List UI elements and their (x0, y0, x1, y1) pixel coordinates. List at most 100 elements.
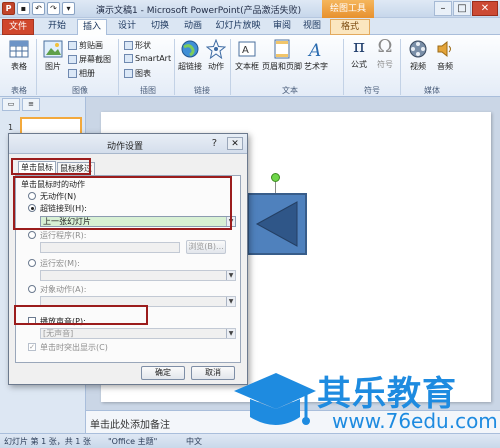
hyperlink-target-select[interactable]: 上一张幻灯片 ▼ (40, 216, 236, 227)
table-icon (9, 40, 29, 58)
tab-animations[interactable]: 动画 (178, 19, 208, 35)
slides-tab[interactable]: ▭ (2, 98, 20, 111)
pane-tabs: ▭ ≡ (0, 98, 86, 112)
formula-label: 公式 (351, 60, 367, 69)
tab-home[interactable]: 开始 (42, 19, 72, 35)
undo-icon[interactable]: ↶ (32, 2, 45, 15)
play-sound-checkbox[interactable] (28, 317, 36, 325)
save-icon[interactable]: ▪ (17, 2, 30, 15)
tab-design[interactable]: 设计 (112, 19, 142, 35)
table-button[interactable]: 表格 (6, 39, 32, 72)
action-button[interactable]: 动作 (205, 39, 227, 72)
tab-format[interactable]: 格式 (330, 19, 370, 35)
speaker-icon (437, 40, 451, 58)
qat-customize-icon[interactable]: ▾ (62, 2, 75, 15)
graduation-cap-logo-icon (234, 373, 316, 425)
tab-slideshow[interactable]: 幻灯片放映 (212, 19, 264, 35)
outline-tab[interactable]: ≡ (22, 98, 40, 111)
radio-no-action[interactable] (28, 192, 36, 200)
tab-mouse-over[interactable]: 鼠标移过 (57, 162, 95, 176)
radio-run-macro[interactable] (28, 259, 36, 267)
radio-run-program[interactable] (28, 231, 36, 239)
title-bar: P ▪ ↶ ↷ ▾ 演示文稿1 - Microsoft PowerPoint(产… (0, 0, 500, 18)
section-label: 单击鼠标时的动作 (21, 180, 85, 189)
picture-button[interactable]: 图片 (40, 39, 66, 72)
table-label: 表格 (11, 62, 27, 71)
chevron-down-icon: ▼ (226, 329, 235, 338)
video-label: 视频 (410, 62, 426, 71)
ribbon-divider (400, 39, 401, 95)
tab-file[interactable]: 文件 (2, 19, 34, 35)
object-action-label: 对象动作(A): (40, 285, 87, 294)
omega-icon: Ω (377, 36, 393, 57)
notes-placeholder: 单击此处添加备注 (90, 420, 170, 431)
ok-button[interactable]: 确定 (141, 366, 185, 380)
screenshot-icon (68, 55, 77, 64)
pi-icon: π (353, 36, 365, 57)
action-settings-dialog: 动作设置 ? ✕ 单击鼠标 鼠标移过 单击鼠标时的动作 无动作(N) 超链接到(… (8, 133, 248, 385)
sound-select[interactable]: [无声音] ▼ (40, 328, 236, 339)
rotation-handle-line (275, 182, 276, 193)
ribbon-divider (230, 39, 231, 95)
screenshot-button[interactable]: 屏幕截图 (68, 54, 111, 65)
drawing-tools-context-label: 绘图工具 (322, 0, 374, 18)
macro-select[interactable]: ▼ (40, 270, 236, 281)
action-button-shape[interactable] (247, 193, 307, 255)
header-footer-button[interactable]: 页眉和页脚 (262, 39, 302, 72)
textbox-button[interactable]: A 文本框 (233, 39, 261, 72)
ribbon-divider (36, 39, 37, 95)
chart-label: 图表 (135, 69, 151, 78)
picture-label: 图片 (45, 62, 61, 71)
shapes-button[interactable]: 形状 (124, 40, 151, 51)
cancel-button[interactable]: 取消 (191, 366, 235, 380)
program-path-field[interactable] (40, 242, 180, 253)
picture-icon (43, 40, 63, 58)
quick-access-toolbar: P ▪ ↶ ↷ ▾ (2, 2, 75, 15)
smartart-button[interactable]: SmartArt (124, 54, 171, 63)
chart-button[interactable]: 图表 (124, 68, 151, 79)
action-star-icon (206, 39, 226, 59)
clipart-label: 剪贴画 (79, 41, 103, 50)
audio-button[interactable]: 音频 (432, 39, 458, 72)
close-window-button[interactable]: ✕ (472, 1, 498, 16)
radio-object-action[interactable] (28, 285, 36, 293)
chart-icon (124, 69, 133, 78)
svg-text:A: A (242, 45, 249, 56)
tab-view[interactable]: 视图 (298, 19, 326, 35)
tab-mouse-click[interactable]: 单击鼠标 (18, 161, 56, 176)
maximize-button[interactable]: □ (453, 1, 471, 16)
symbol-button[interactable]: Ω 符号 (373, 37, 397, 70)
hyperlink-option-label: 超链接到(H): (40, 204, 87, 213)
clipart-button[interactable]: 剪贴画 (68, 40, 103, 51)
window-title: 演示文稿1 - Microsoft PowerPoint(产品激活失败) (96, 6, 302, 16)
highlight-click-checkbox[interactable]: ✓ (28, 343, 36, 351)
video-button[interactable]: 视频 (405, 39, 431, 72)
hyperlink-button[interactable]: 超链接 (177, 39, 203, 72)
ribbon: 表格 表格 图片 剪贴画 屏幕截图 相册 图像 形状 SmartArt 图表 插… (0, 35, 500, 97)
formula-button[interactable]: π 公式 (347, 37, 371, 70)
object-action-select[interactable]: ▼ (40, 296, 236, 307)
wordart-button[interactable]: A 艺术字 (302, 39, 330, 72)
theme-status: "Office 主题" (108, 437, 158, 446)
tab-review[interactable]: 审阅 (268, 19, 296, 35)
dialog-title-bar: 动作设置 ? ✕ (9, 134, 247, 154)
dialog-title: 动作设置 (107, 142, 144, 152)
run-program-label: 运行程序(R): (40, 231, 87, 240)
highlight-click-label: 单击时突出显示(C) (40, 343, 108, 352)
wordart-label: 艺术字 (304, 62, 328, 71)
redo-icon[interactable]: ↷ (47, 2, 60, 15)
album-icon (68, 69, 77, 78)
tab-transitions[interactable]: 切换 (145, 19, 175, 35)
group-label-text: 文本 (282, 86, 298, 95)
film-reel-icon (409, 40, 427, 58)
radio-hyperlink[interactable] (28, 204, 36, 212)
album-button[interactable]: 相册 (68, 68, 95, 79)
rotation-handle[interactable] (271, 173, 280, 182)
clipart-icon (68, 41, 77, 50)
help-button[interactable]: ? (212, 138, 217, 149)
tab-insert[interactable]: 插入 (77, 19, 107, 36)
dialog-close-button[interactable]: ✕ (227, 137, 243, 150)
minimize-button[interactable]: – (434, 1, 452, 16)
sound-value: [无声音] (43, 329, 74, 338)
browse-button[interactable]: 浏览(B)... (186, 240, 226, 254)
